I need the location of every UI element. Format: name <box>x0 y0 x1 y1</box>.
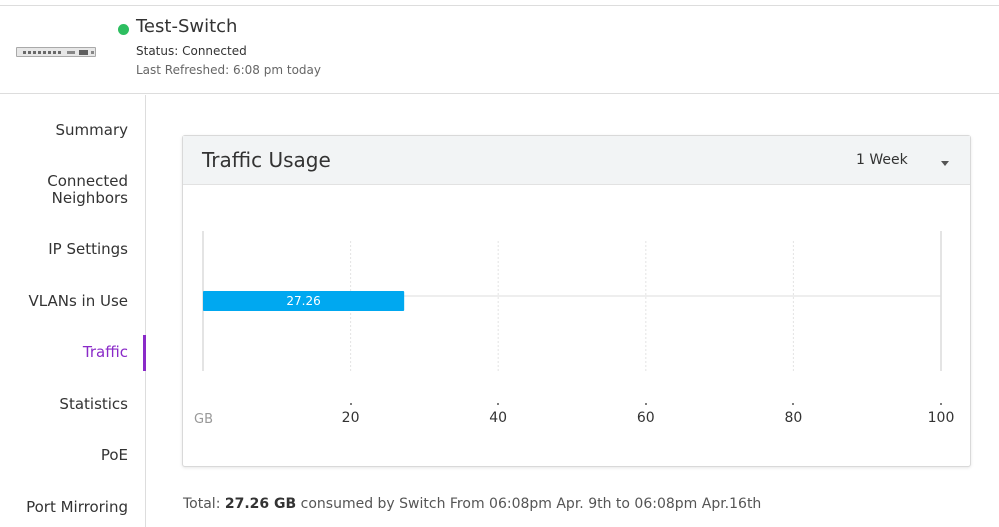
sidebar-item-ip-settings[interactable]: IP Settings <box>48 241 128 258</box>
tick-dot-60 <box>644 403 647 405</box>
switch-device-image <box>16 47 96 57</box>
time-range-select[interactable]: 1 Week <box>856 152 908 168</box>
unit-label: GB <box>194 412 213 427</box>
bar-value-label: 27.26 <box>286 294 321 308</box>
sidebar-item-port-mirroring[interactable]: Port Mirroring <box>26 499 128 516</box>
tick-label-80: 80 <box>784 410 803 426</box>
tick-dot-20 <box>349 403 352 405</box>
card-title: Traffic Usage <box>202 148 331 172</box>
device-name: Test-Switch <box>136 16 238 37</box>
total-suffix: consumed by Switch From 06:08pm Apr. 9th… <box>296 496 762 512</box>
tick-label-40: 40 <box>489 410 508 426</box>
traffic-chart-svg <box>202 231 942 371</box>
traffic-usage-card: Traffic Usage 1 Week GB 27.26 20 40 60 80 100 <box>182 135 971 467</box>
sidebar-item-connected-neighbors[interactable]: Connected Neighbors <box>47 173 128 207</box>
tick-label-100: 100 <box>927 410 955 426</box>
traffic-total-summary: Total: 27.26 GB consumed by Switch From … <box>183 496 761 512</box>
device-status: Status: Connected <box>136 44 247 58</box>
total-value: 27.26 GB <box>224 496 297 512</box>
tick-label-20: 20 <box>341 410 360 426</box>
sidebar-nav: Summary Connected Neighbors IP Settings … <box>0 95 146 527</box>
active-indicator <box>143 335 146 371</box>
caret-down-icon[interactable] <box>941 161 949 166</box>
tick-dot-100 <box>940 403 942 405</box>
traffic-chart: GB 27.26 20 40 60 80 100 <box>183 186 970 466</box>
sidebar-item-summary[interactable]: Summary <box>56 122 129 139</box>
sidebar-item-vlans-in-use[interactable]: VLANs in Use <box>29 293 129 310</box>
sidebar-item-poe[interactable]: PoE <box>101 447 128 464</box>
sidebar-item-statistics[interactable]: Statistics <box>59 396 128 413</box>
online-status-dot <box>118 24 129 35</box>
device-header: Test-Switch Status: Connected Last Refre… <box>0 6 999 94</box>
tick-label-60: 60 <box>636 410 655 426</box>
total-prefix: Total: <box>183 496 225 512</box>
card-header: Traffic Usage 1 Week <box>183 136 970 185</box>
sidebar-item-traffic[interactable]: Traffic <box>83 344 128 361</box>
last-refreshed: Last Refreshed: 6:08 pm today <box>136 63 321 77</box>
